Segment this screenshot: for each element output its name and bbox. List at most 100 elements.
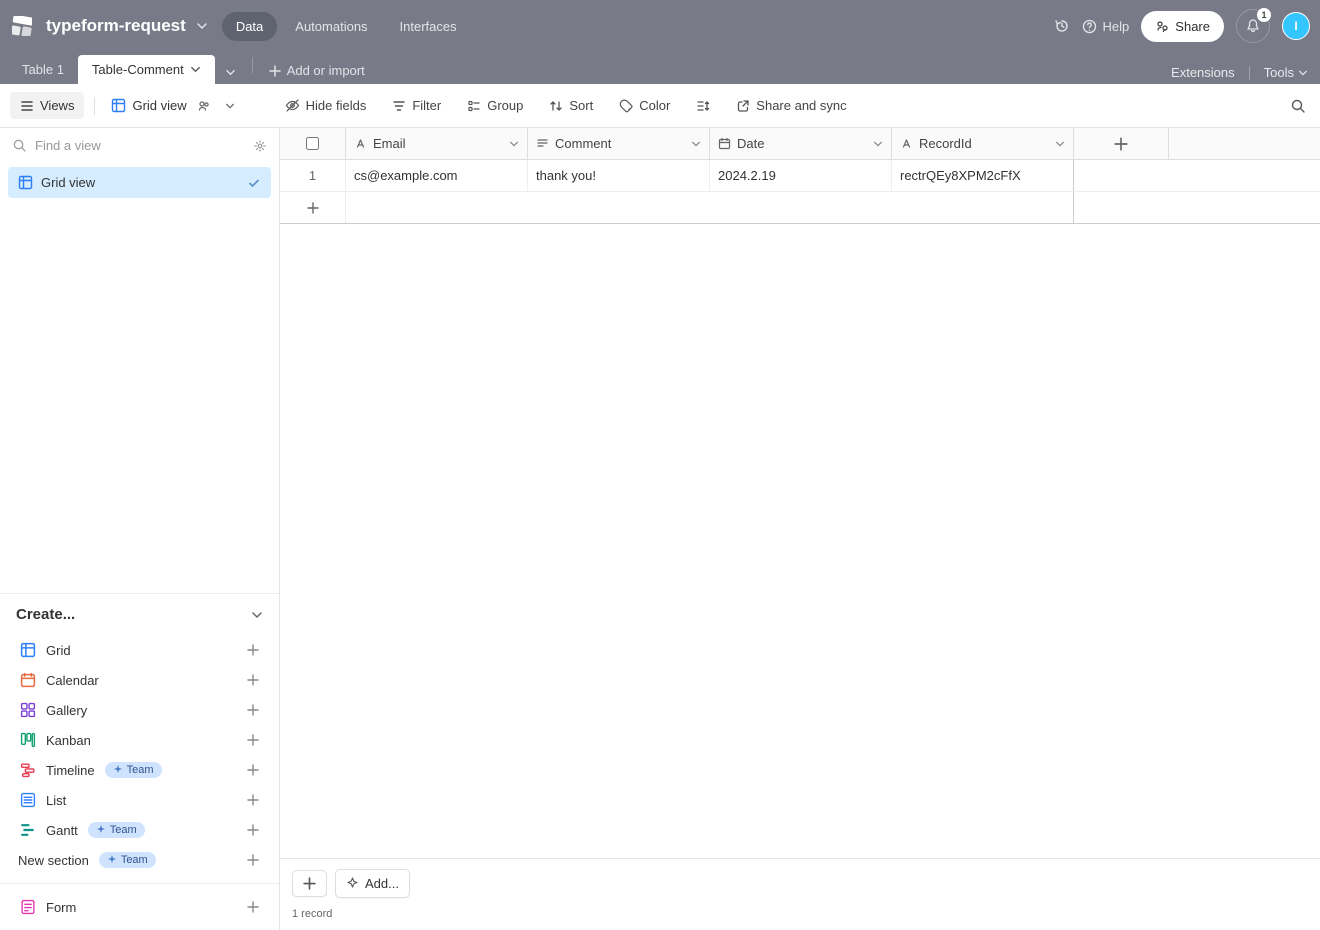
cell-comment[interactable]: thank you! [528, 160, 710, 191]
row-height-icon [696, 99, 710, 113]
hide-fields-button[interactable]: Hide fields [277, 94, 375, 117]
chevron-down-icon[interactable] [509, 139, 519, 149]
select-all-checkbox[interactable] [306, 137, 319, 150]
cell-email[interactable]: cs@example.com [346, 160, 528, 191]
tools-label: Tools [1264, 65, 1294, 80]
create-kanban[interactable]: Kanban [12, 725, 267, 755]
plus-icon [269, 65, 281, 77]
color-button[interactable]: Color [611, 94, 678, 117]
create-label: Create... [16, 606, 75, 623]
plus-icon [247, 734, 259, 746]
view-item-grid[interactable]: Grid view [8, 167, 271, 198]
avatar[interactable]: I [1282, 12, 1310, 40]
col-header-comment[interactable]: Comment [528, 128, 710, 159]
divider [94, 97, 95, 115]
app-logo-icon[interactable] [10, 14, 34, 38]
create-timeline[interactable]: Timeline Team [12, 755, 267, 785]
nav-automations[interactable]: Automations [281, 12, 381, 41]
cell-recordid[interactable]: rectrQEy8XPM2cFfX [892, 160, 1074, 191]
views-label: Views [40, 98, 74, 113]
col-header-email[interactable]: Email [346, 128, 528, 159]
tab-table1[interactable]: Table 1 [8, 55, 78, 84]
col-header-checkbox[interactable] [280, 128, 346, 159]
tab-table-comment[interactable]: Table-Comment [78, 55, 215, 84]
plus-icon [247, 901, 259, 913]
views-button[interactable]: Views [10, 92, 84, 119]
find-view-input[interactable] [35, 138, 245, 153]
chevron-down-icon [251, 609, 263, 621]
grid-view-selector[interactable]: Grid view [105, 94, 240, 117]
col-header-recordid[interactable]: RecordId [892, 128, 1074, 159]
kanban-icon [20, 732, 36, 748]
sort-label: Sort [569, 98, 593, 113]
create-gallery[interactable]: Gallery [12, 695, 267, 725]
notifications-button[interactable]: 1 [1236, 9, 1270, 43]
add-options-label: Add... [365, 876, 399, 891]
add-options-button[interactable]: Add... [335, 869, 410, 898]
base-name-chevron-icon[interactable] [196, 20, 208, 32]
check-icon [247, 176, 261, 190]
cell-date[interactable]: 2024.2.19 [710, 160, 892, 191]
add-record-button[interactable] [292, 870, 327, 897]
create-new-section[interactable]: New section Team [12, 845, 267, 875]
team-badge: Team [105, 762, 162, 778]
table-row[interactable]: 1 cs@example.com thank you! 2024.2.19 re… [280, 160, 1320, 192]
extensions-link[interactable]: Extensions [1171, 65, 1235, 80]
text-field-icon [354, 137, 367, 150]
history-icon[interactable] [1054, 18, 1070, 34]
date-field-icon [718, 137, 731, 150]
nav-interfaces[interactable]: Interfaces [386, 12, 471, 41]
help-label: Help [1103, 19, 1130, 34]
grid-header: Email Comment Date RecordId [280, 128, 1320, 160]
create-item-label: Kanban [46, 733, 91, 748]
sort-button[interactable]: Sort [541, 94, 601, 117]
create-gantt[interactable]: Gantt Team [12, 815, 267, 845]
chevron-down-icon[interactable] [1055, 139, 1065, 149]
divider [1249, 66, 1250, 80]
sparkle-icon [96, 825, 106, 835]
chevron-down-icon [190, 64, 201, 75]
filter-icon [392, 99, 406, 113]
nav-data[interactable]: Data [222, 12, 277, 41]
add-or-import-button[interactable]: Add or import [259, 57, 375, 84]
create-section-toggle[interactable]: Create... [0, 593, 279, 631]
find-view-container [0, 128, 279, 163]
chevron-down-icon [1298, 68, 1308, 78]
tab-dropdown[interactable] [215, 61, 246, 84]
chevron-down-icon[interactable] [691, 139, 701, 149]
search-button[interactable] [1286, 94, 1310, 118]
plus-icon [307, 202, 319, 214]
sparkle-icon [346, 877, 359, 890]
settings-icon[interactable] [253, 139, 267, 153]
help-button[interactable]: Help [1082, 19, 1130, 34]
tabbar: Table 1 Table-Comment Add or import Exte… [0, 52, 1320, 84]
create-calendar[interactable]: Calendar [12, 665, 267, 695]
share-sync-button[interactable]: Share and sync [728, 94, 854, 117]
col-header-label: Email [373, 136, 406, 151]
plus-icon [247, 674, 259, 686]
row-number[interactable]: 1 [280, 160, 346, 191]
share-label: Share [1175, 19, 1210, 34]
add-column-button[interactable] [1074, 128, 1169, 159]
filter-button[interactable]: Filter [384, 94, 449, 117]
row-height-button[interactable] [688, 95, 718, 117]
create-item-label: Gantt [46, 823, 78, 838]
hide-fields-label: Hide fields [306, 98, 367, 113]
create-grid[interactable]: Grid [12, 635, 267, 665]
chevron-down-icon[interactable] [873, 139, 883, 149]
group-button[interactable]: Group [459, 94, 531, 117]
create-item-label: Timeline [46, 763, 95, 778]
tools-dropdown[interactable]: Tools [1264, 65, 1308, 80]
add-record-row[interactable] [280, 192, 1320, 224]
view-toolbar: Views Grid view Hide fields Filter Group… [0, 84, 1320, 128]
create-form[interactable]: Form [12, 892, 267, 922]
text-field-icon [900, 137, 913, 150]
col-header-date[interactable]: Date [710, 128, 892, 159]
create-list[interactable]: List [12, 785, 267, 815]
share-button[interactable]: Share [1141, 11, 1224, 42]
create-item-label: Grid [46, 643, 71, 658]
col-header-label: Comment [555, 136, 611, 151]
notification-badge: 1 [1257, 8, 1271, 22]
people-icon [197, 99, 211, 113]
base-name[interactable]: typeform-request [46, 16, 186, 36]
